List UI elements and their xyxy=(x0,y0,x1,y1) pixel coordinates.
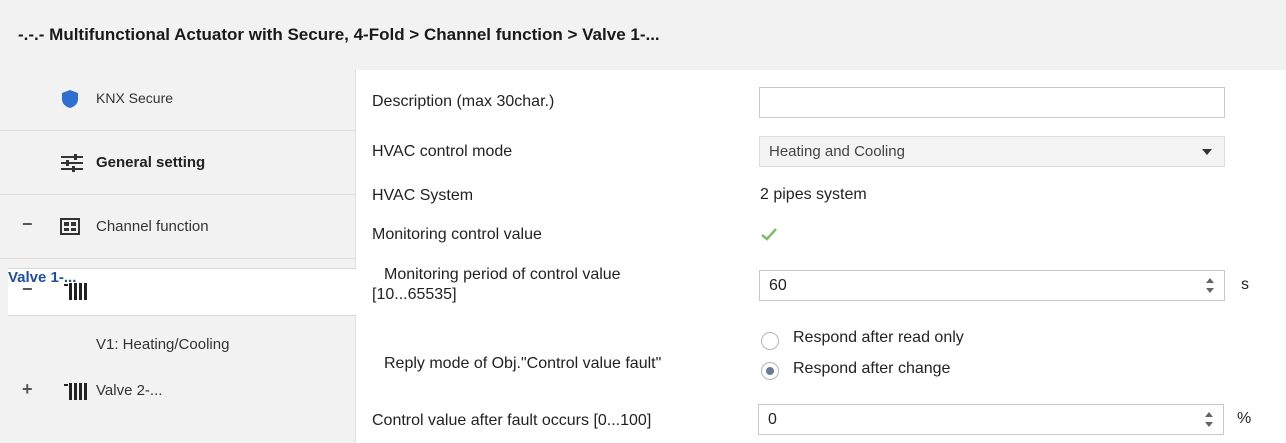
monitoring-period-label-line1: Monitoring period of control value xyxy=(384,266,621,283)
hvac-mode-label: HVAC control mode xyxy=(372,143,513,160)
radio-label: Respond after read only xyxy=(793,329,964,346)
checkmark-icon xyxy=(761,228,777,241)
sidebar-item-label: KNX Secure xyxy=(96,90,174,106)
monitoring-period-unit: s xyxy=(1241,276,1249,293)
page-title: -.-.- Multifunctional Actuator with Secu… xyxy=(18,25,660,44)
fault-value-stepper[interactable]: 0 xyxy=(758,404,1224,435)
hvac-mode-select[interactable]: Heating and Cooling xyxy=(759,136,1225,167)
sidebar-item-label: Channel function xyxy=(96,218,209,235)
divider xyxy=(0,194,356,195)
sidebar-item-label: General setting xyxy=(96,154,206,171)
monitoring-period-label-line2: [10...65535] xyxy=(372,286,457,303)
sidebar: KNX Secure General setting − Channel fun… xyxy=(0,70,356,443)
collapse-icon[interactable]: − xyxy=(22,214,33,235)
sidebar-item-channel-function[interactable]: − Channel function xyxy=(0,214,356,248)
description-label: Description (max 30char.) xyxy=(372,93,555,110)
sidebar-item-general-setting[interactable]: General setting xyxy=(0,154,356,184)
sidebar-item-label: Valve 2-... xyxy=(96,382,163,399)
shield-icon xyxy=(62,90,78,112)
radio-label: Respond after change xyxy=(793,360,951,377)
monitoring-period-value: 60 xyxy=(769,277,787,294)
monitoring-checkbox[interactable] xyxy=(759,224,779,244)
fault-value-label: Control value after fault occurs [0...10… xyxy=(372,412,652,429)
description-input[interactable] xyxy=(759,87,1225,118)
channel-icon xyxy=(60,218,80,239)
parameter-panel: Description (max 30char.) HVAC control m… xyxy=(357,70,1286,443)
radio-button-selected[interactable] xyxy=(761,362,779,380)
sidebar-item-valve-1[interactable]: − Valve 1-... xyxy=(8,268,356,316)
monitoring-period-label: Monitoring period of control value [10..… xyxy=(372,265,621,305)
divider xyxy=(0,258,356,259)
divider xyxy=(0,130,356,131)
radiator-icon xyxy=(64,382,88,404)
sidebar-item-valve-2[interactable]: + Valve 2-... xyxy=(0,379,356,412)
hvac-mode-value: Heating and Cooling xyxy=(769,143,905,160)
sidebar-item-v1-heating-cooling[interactable]: V1: Heating/Cooling xyxy=(0,336,356,360)
sidebar-item-label: V1: Heating/Cooling xyxy=(96,336,230,353)
radio-button[interactable] xyxy=(761,332,779,350)
hvac-system-value: 2 pipes system xyxy=(760,186,867,203)
spinner-arrows-icon[interactable] xyxy=(1205,410,1213,430)
reply-mode-label: Reply mode of Obj."Control value fault" xyxy=(384,355,662,372)
fault-value-unit: % xyxy=(1237,410,1252,427)
expand-icon[interactable]: + xyxy=(22,379,33,400)
title-bar: -.-.- Multifunctional Actuator with Secu… xyxy=(0,0,1286,70)
monitoring-label: Monitoring control value xyxy=(372,226,542,243)
sidebar-item-knx-secure[interactable]: KNX Secure xyxy=(0,90,356,120)
monitoring-period-stepper[interactable]: 60 xyxy=(759,270,1225,301)
fault-value-value: 0 xyxy=(768,411,777,428)
sliders-icon xyxy=(61,154,83,176)
spinner-arrows-icon[interactable] xyxy=(1206,276,1214,296)
radiator-icon xyxy=(64,282,88,305)
hvac-system-label: HVAC System xyxy=(372,187,474,204)
collapse-icon[interactable]: − xyxy=(22,279,33,300)
chevron-down-icon xyxy=(1202,149,1212,155)
